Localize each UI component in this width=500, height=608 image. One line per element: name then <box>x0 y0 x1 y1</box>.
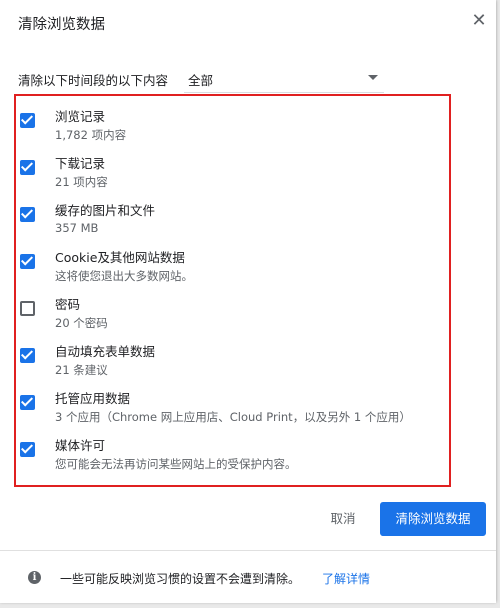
dialog-footer: i 一些可能反映浏览习惯的设置不会遭到清除。 了解详情 <box>0 550 496 603</box>
item-label: 自动填充表单数据 <box>55 344 156 359</box>
item-label: 媒体许可 <box>55 438 106 453</box>
item-label: 托管应用数据 <box>55 391 131 406</box>
checkbox[interactable] <box>20 301 35 316</box>
dialog-title: 清除浏览数据 <box>18 17 105 33</box>
time-range-dropdown[interactable]: 全部 <box>184 62 384 93</box>
cancel-button[interactable]: 取消 <box>316 502 370 536</box>
item-label: 下载记录 <box>55 156 106 171</box>
checkbox[interactable] <box>20 160 35 175</box>
dropdown-arrow-icon <box>368 75 378 80</box>
time-range-label: 清除以下时间段的以下内容 <box>18 73 169 88</box>
close-icon[interactable]: ✕ <box>468 10 490 32</box>
item-label: Cookie及其他网站数据 <box>55 250 185 265</box>
checkbox-item-passwords[interactable]: 密码 20 个密码 <box>18 288 448 332</box>
item-description: 3 个应用（Chrome 网上应用店、Cloud Print，以及另外 1 个应… <box>55 410 411 424</box>
checkbox-item-cookies[interactable]: Cookie及其他网站数据 这将使您退出大多数网站。 <box>18 241 448 285</box>
item-description: 这将使您退出大多数网站。 <box>55 269 193 283</box>
checkbox-item-autofill[interactable]: 自动填充表单数据 21 条建议 <box>18 335 448 379</box>
checkbox[interactable] <box>20 207 35 222</box>
checkbox-item-cached-images[interactable]: 缓存的图片和文件 357 MB <box>18 194 448 238</box>
footer-note: 一些可能反映浏览习惯的设置不会遭到清除。 <box>60 572 301 586</box>
checkbox[interactable] <box>20 113 35 128</box>
checkbox-item-media-licenses[interactable]: 媒体许可 您可能会无法再访问某些网站上的受保护内容。 <box>18 429 448 473</box>
checkbox-item-browsing-history[interactable]: 浏览记录 1,782 项内容 <box>18 100 448 144</box>
checkbox[interactable] <box>20 395 35 410</box>
item-description: 21 项内容 <box>55 175 108 189</box>
info-icon: i <box>28 571 41 584</box>
item-label: 缓存的图片和文件 <box>55 203 156 218</box>
checkbox-item-download-history[interactable]: 下载记录 21 项内容 <box>18 147 448 191</box>
checkbox[interactable] <box>20 254 35 269</box>
item-label: 密码 <box>55 297 81 312</box>
item-description: 21 条建议 <box>55 363 108 377</box>
item-description: 357 MB <box>55 221 99 235</box>
checkbox-item-hosted-app-data[interactable]: 托管应用数据 3 个应用（Chrome 网上应用店、Cloud Print，以及… <box>18 382 448 426</box>
item-description: 您可能会无法再访问某些网站上的受保护内容。 <box>55 457 297 471</box>
clear-browsing-data-dialog: 清除浏览数据 ✕ 清除以下时间段的以下内容 全部 浏览记录 1,782 项内容 … <box>0 0 496 603</box>
checkbox[interactable] <box>20 348 35 363</box>
item-label: 浏览记录 <box>55 109 106 124</box>
checkbox[interactable] <box>20 442 35 457</box>
clear-browsing-data-button[interactable]: 清除浏览数据 <box>380 502 486 536</box>
learn-more-link[interactable]: 了解详情 <box>322 570 370 587</box>
item-description: 1,782 项内容 <box>55 128 127 142</box>
time-range-selected: 全部 <box>188 73 214 88</box>
item-description: 20 个密码 <box>55 316 108 330</box>
